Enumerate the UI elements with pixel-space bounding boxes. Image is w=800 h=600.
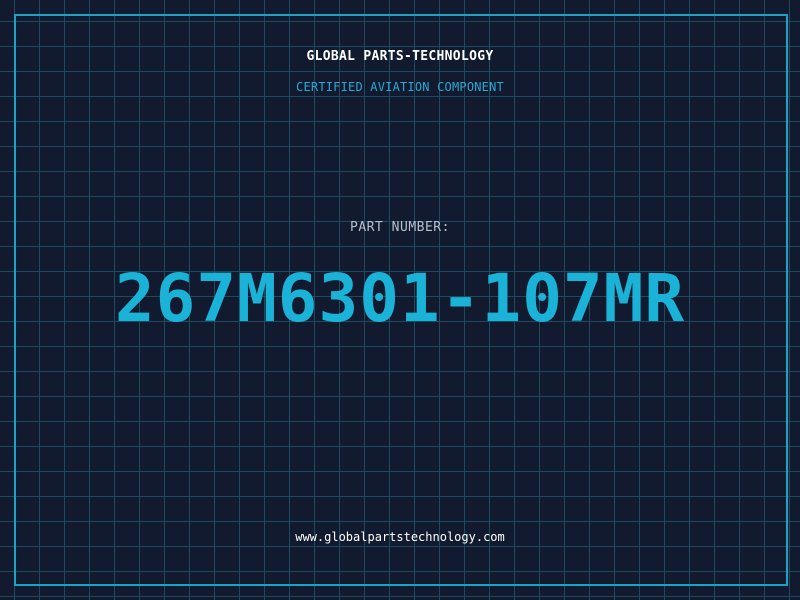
part-number-label: PART NUMBER: (350, 220, 450, 235)
part-number-value: 267M6301-107MR (114, 260, 686, 337)
certification-subtitle: CERTIFIED AVIATION COMPONENT (296, 80, 504, 94)
brand-name: GLOBAL PARTS-TECHNOLOGY (306, 49, 494, 64)
website-url: www.globalpartstechnology.com (295, 530, 505, 544)
part-card: GLOBAL PARTS-TECHNOLOGY CERTIFIED AVIATI… (0, 0, 800, 600)
